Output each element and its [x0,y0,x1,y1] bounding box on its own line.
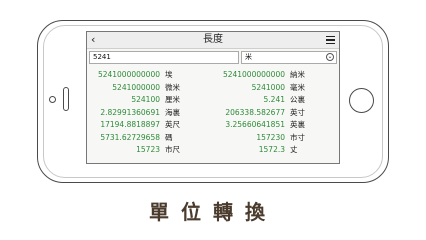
right-unit: 公裏 [290,95,305,104]
right-value: 1572.3 [258,145,285,154]
left-unit: 埃 [165,70,173,79]
left-value: 5241000000000 [97,70,160,79]
left-value: 15723 [136,145,160,154]
app-screen: ‹ 長度 5241 米 ⌄ 5241000000000 埃 524100000000… [86,31,340,164]
input-bar: 5241 米 ⌄ [89,51,337,64]
left-unit: 英尺 [165,120,180,129]
result-row: 5241000000 微米 5241000 毫米 [87,82,339,95]
unit-select-label: 米 [245,53,252,61]
result-row: 17194.8818897 英尺 3.25660641851 英裏 [87,119,339,132]
left-unit: 微米 [165,82,180,92]
left-value: 2.82991360691 [100,107,160,117]
left-unit: 厘米 [165,95,180,104]
left-value: 5241000000 [112,82,160,92]
right-value: 3.25660641851 [225,120,285,129]
right-value: 206338.582677 [225,107,285,117]
result-row: 2.82991360691 海裏 206338.582677 英寸 [87,107,339,120]
result-row: 5241000000000 埃 5241000000000 納米 [87,69,339,82]
left-unit: 碼 [165,132,173,142]
menu-icon[interactable] [326,36,335,44]
camera-icon [49,96,56,103]
right-value: 5241000 [251,82,285,92]
unit-select[interactable]: 米 ⌄ [241,51,337,64]
value-input[interactable]: 5241 [89,51,239,64]
left-unit: 海裏 [165,107,180,117]
right-unit: 市寸 [290,132,305,142]
right-value: 5241000000000 [222,70,285,79]
result-row: 5731.62729658 碼 157230 市寸 [87,132,339,145]
chevron-down-icon: ⌄ [326,53,334,61]
page-title: 長度 [203,34,223,45]
right-value: 157230 [256,132,285,142]
title-bar: ‹ 長度 [87,32,339,49]
right-unit: 英寸 [290,107,305,117]
results-list: 5241000000000 埃 5241000000000 納米 5241000000 微… [87,69,339,157]
right-value: 5.241 [263,95,285,104]
result-row: 524100 厘米 5.241 公裏 [87,94,339,107]
right-unit: 毫米 [290,82,305,92]
left-value: 5731.62729658 [100,132,160,142]
result-row: 15723 市尺 1572.3 丈 [87,144,339,157]
speaker-icon [63,87,69,111]
caption: 單位轉換 [149,200,277,224]
right-unit: 丈 [290,145,298,154]
home-button[interactable] [349,88,374,113]
left-value: 524100 [131,95,160,104]
left-value: 17194.8818897 [100,120,160,129]
left-unit: 市尺 [165,145,180,154]
right-unit: 納米 [290,70,305,79]
right-unit: 英裏 [290,120,305,129]
